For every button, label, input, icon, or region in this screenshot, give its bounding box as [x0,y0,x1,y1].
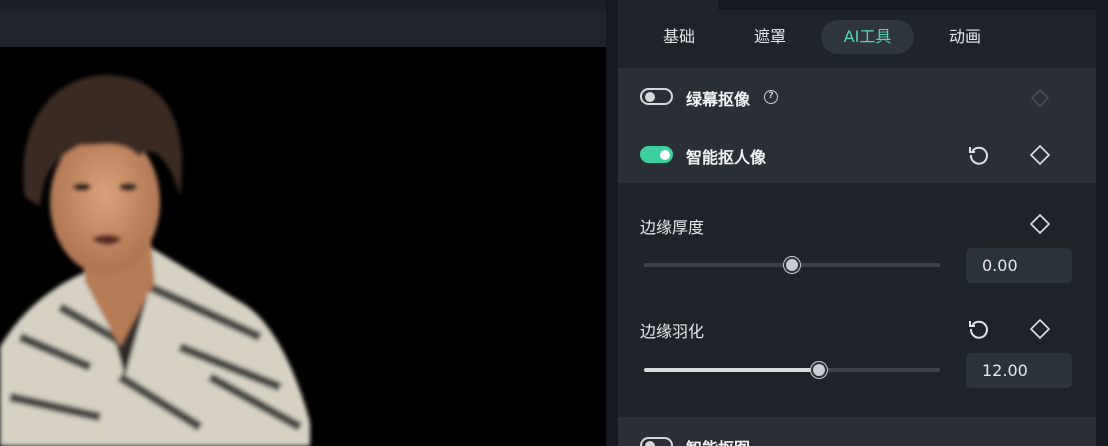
green-screen-label: 绿幕抠像 [686,90,751,109]
slider-thumb[interactable] [810,362,827,378]
smart-cutout-label: 智能抠人像 [686,148,767,167]
panel-tab-notch [618,0,718,10]
edge-thickness-slider[interactable] [644,257,940,273]
edge-feather-slider[interactable] [644,362,940,378]
cutout-person-image [0,75,310,446]
panel-right-edge [1096,0,1108,446]
tab-basic[interactable]: 基础 [640,20,718,54]
video-preview[interactable] [0,47,606,446]
app-window: 基础 遮罩 AI工具 动画 绿幕抠像 ? 智能抠人像 边缘厚度 0.00 边缘羽… [0,0,1108,446]
reset-icon[interactable] [967,317,991,341]
preview-toolbar [0,10,606,47]
smart-matting-label: 智能抠图 [686,435,750,446]
property-tabs: 基础 遮罩 AI工具 动画 [618,18,1096,60]
keyframe-diamond-icon[interactable] [1029,144,1051,166]
keyframe-diamond-icon[interactable] [1029,318,1051,340]
green-screen-toggle[interactable] [640,88,673,105]
tab-mask[interactable]: 遮罩 [732,20,808,54]
panel-divider [606,0,618,446]
smart-cutout-toggle[interactable] [640,146,673,163]
slider-thumb[interactable] [784,257,800,273]
reset-icon[interactable] [967,143,991,167]
smart-cutout-section: 智能抠人像 [618,126,1096,183]
tab-ai-tools[interactable]: AI工具 [821,20,914,54]
preview-topbar [0,0,606,10]
edge-thickness-input[interactable]: 0.00 [966,248,1072,283]
cutout-params: 边缘厚度 0.00 边缘羽化 12.00 [618,183,1096,417]
smart-matting-toggle[interactable] [640,437,673,446]
question-circle-icon[interactable]: ? [764,90,778,104]
tab-animation[interactable]: 动画 [927,20,1003,54]
keyframe-diamond-icon [1030,88,1050,108]
edge-thickness-label: 边缘厚度 [640,218,705,237]
panel-top-bar [718,0,1098,10]
green-screen-section: 绿幕抠像 ? [618,68,1096,126]
edge-feather-input[interactable]: 12.00 [966,353,1072,388]
smart-matting-section: 智能抠图 [618,417,1096,446]
edge-feather-label: 边缘羽化 [640,322,705,341]
keyframe-diamond-icon[interactable] [1029,213,1051,235]
